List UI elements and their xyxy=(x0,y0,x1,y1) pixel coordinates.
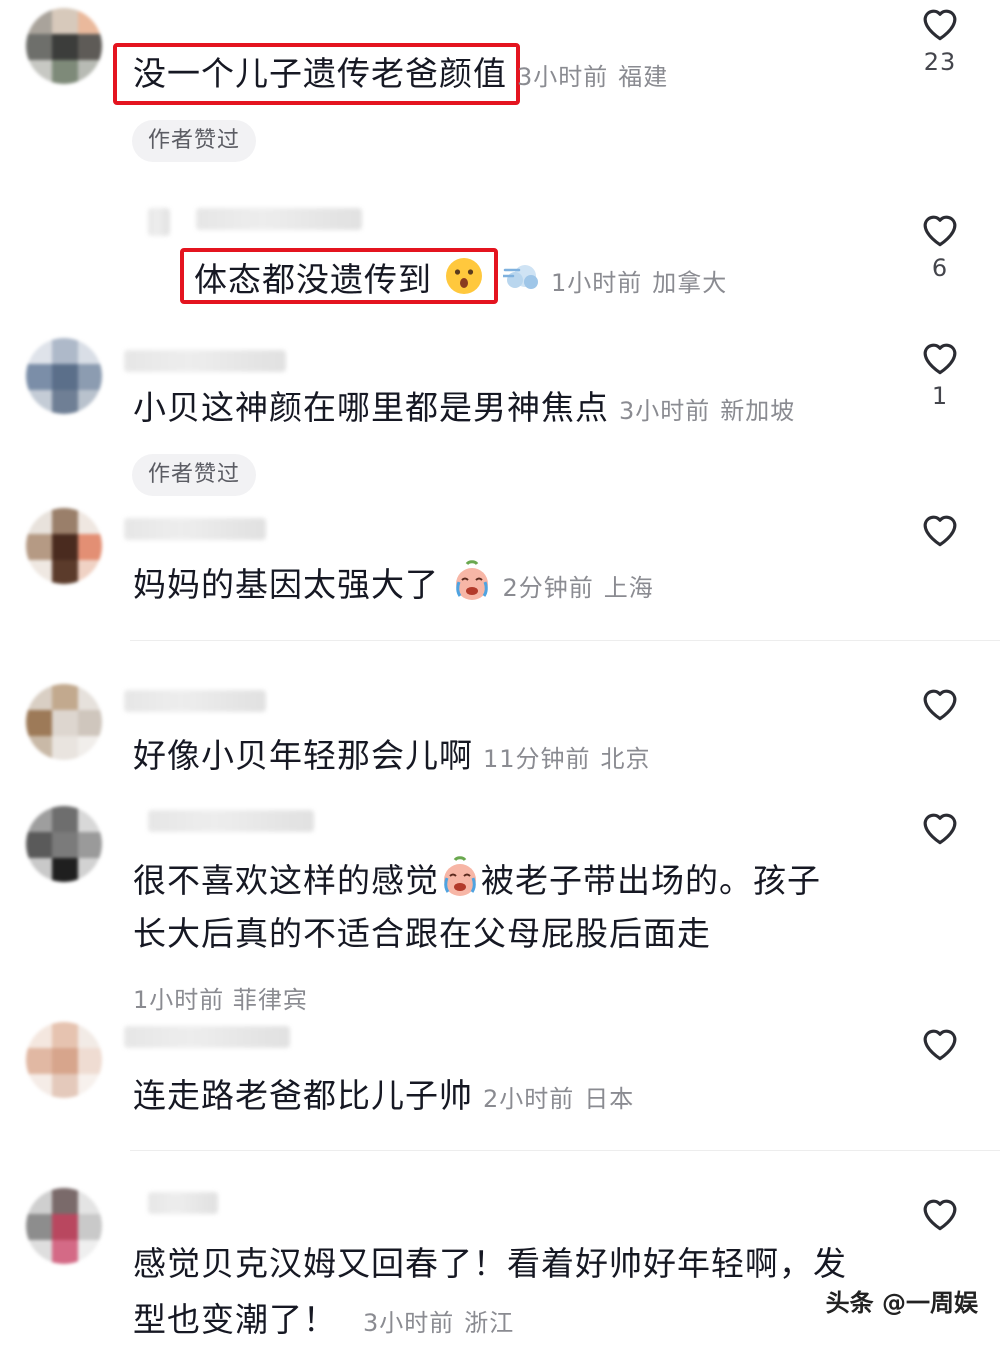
like-button[interactable] xyxy=(910,508,970,548)
astonished-face-emoji xyxy=(444,256,484,307)
heart-outline-icon xyxy=(923,343,957,375)
like-button[interactable] xyxy=(910,1192,970,1232)
like-count: 1 xyxy=(931,382,949,410)
username-blur xyxy=(148,1192,218,1214)
comment-text: 连走路老爸都比儿子帅 xyxy=(133,1076,473,1115)
username-blur xyxy=(124,518,266,540)
comment-time: 3小时前 xyxy=(517,63,609,91)
comment-text-line-1: 感觉贝克汉姆又回春了！看着好帅好年轻啊，发 xyxy=(133,1244,847,1283)
heart-outline-icon xyxy=(923,215,957,247)
comment-time: 2小时前 xyxy=(483,1085,575,1113)
comment-time: 3小时前 xyxy=(619,397,711,425)
like-button[interactable] xyxy=(910,1022,970,1062)
username-blur xyxy=(124,350,286,372)
comment-text-line-2: 长大后真的不适合跟在父母屁股后面走 xyxy=(133,914,711,953)
username-blur xyxy=(148,810,314,832)
heart-outline-icon xyxy=(923,1199,957,1231)
comment-text-row: 妈妈的基因太强大了 2分钟前 上海 xyxy=(133,560,654,613)
comment-text: 体态都没遗传到 xyxy=(194,260,432,299)
like-button[interactable]: 1 xyxy=(910,336,970,410)
avatar[interactable] xyxy=(26,338,102,414)
like-button[interactable] xyxy=(910,682,970,722)
avatar[interactable] xyxy=(26,684,102,760)
avatar[interactable] xyxy=(26,806,102,882)
divider xyxy=(130,1150,1000,1151)
comment-text-line-1: 很不喜欢这样的感觉 被老子带出场的。孩子 xyxy=(133,856,821,909)
comment-location: 菲律宾 xyxy=(232,986,308,1014)
avatar[interactable] xyxy=(26,1188,102,1264)
comment-text-row: 体态都没遗传到 1小时前 加拿大 xyxy=(194,256,727,307)
comment-time: 11分钟前 xyxy=(483,745,591,773)
heart-outline-icon xyxy=(923,9,957,41)
comment-location: 新加坡 xyxy=(720,397,796,425)
comment-meta-row: 1小时前 菲律宾 xyxy=(133,980,308,1015)
heart-outline-icon xyxy=(923,813,957,845)
comment-text-row: 小贝这神颜在哪里都是男神焦点 3小时前 新加坡 xyxy=(133,386,795,433)
comment-time: 2分钟前 xyxy=(502,574,594,602)
username-blur xyxy=(196,208,362,230)
heart-outline-icon xyxy=(923,689,957,721)
comment-time: 1小时前 xyxy=(551,269,643,297)
comment-text: 小贝这神颜在哪里都是男神焦点 xyxy=(133,388,609,427)
crying-face-emoji xyxy=(439,856,481,909)
avatar[interactable] xyxy=(26,508,102,584)
like-button[interactable]: 6 xyxy=(910,208,970,282)
avatar[interactable] xyxy=(26,1022,102,1098)
heart-outline-icon xyxy=(923,515,957,547)
username-blur xyxy=(124,690,266,712)
like-button[interactable] xyxy=(910,806,970,846)
comment-text: 好像小贝年轻那会儿啊 xyxy=(133,736,473,775)
comment-location: 浙江 xyxy=(464,1309,515,1337)
avatar[interactable] xyxy=(26,8,102,84)
like-count: 6 xyxy=(931,254,949,282)
comment-location: 加拿大 xyxy=(652,269,728,297)
dash-emoji xyxy=(501,258,541,305)
crying-face-emoji xyxy=(451,560,493,613)
username-blur xyxy=(148,208,170,236)
comment-location: 北京 xyxy=(600,745,651,773)
comment-text-line-2: 型也变潮了！ 3小时前 浙江 xyxy=(133,1300,515,1339)
comment-text: 没一个儿子遗传老爸颜值 xyxy=(133,54,507,93)
comment-location: 福建 xyxy=(618,63,669,91)
comment-text-row: 好像小贝年轻那会儿啊 11分钟前 北京 xyxy=(133,734,651,781)
comment-text: 妈妈的基因太强大了 xyxy=(133,565,439,604)
username-blur xyxy=(124,1026,290,1048)
comment-time: 3小时前 xyxy=(363,1309,455,1337)
comment-text-row: 没一个儿子遗传老爸颜值 3小时前 福建 xyxy=(133,52,668,99)
author-liked-badge: 作者赞过 xyxy=(132,454,257,496)
divider xyxy=(130,640,1000,641)
like-count: 23 xyxy=(923,48,957,76)
watermark: 头条 @一周娱 xyxy=(825,1289,978,1317)
comment-time: 1小时前 xyxy=(133,986,225,1014)
comment-location: 上海 xyxy=(603,574,654,602)
author-liked-badge: 作者赞过 xyxy=(132,120,257,162)
like-button[interactable]: 23 xyxy=(910,2,970,76)
comment-location: 日本 xyxy=(584,1085,635,1113)
heart-outline-icon xyxy=(923,1029,957,1061)
comment-text-row: 连走路老爸都比儿子帅 2小时前 日本 xyxy=(133,1074,634,1121)
